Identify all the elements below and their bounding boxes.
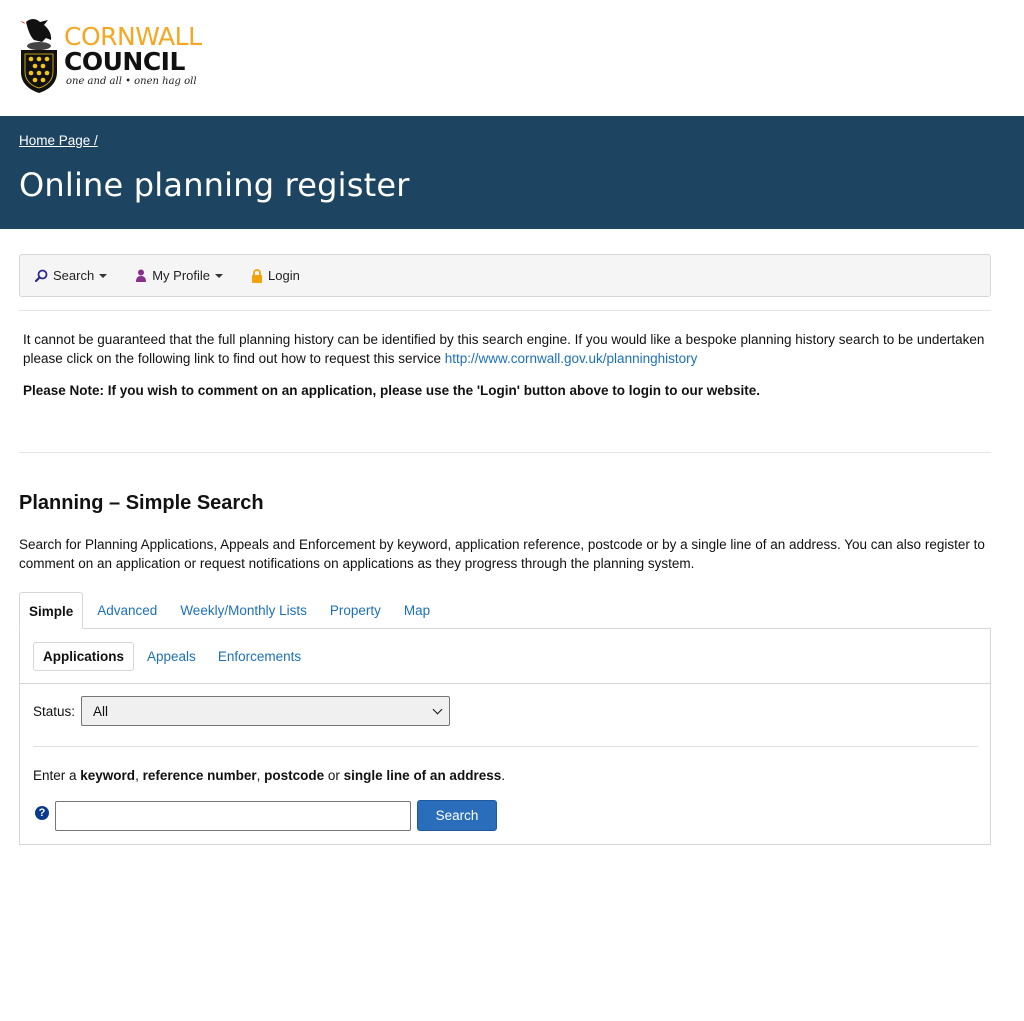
search-type-tabs: Simple Advanced Weekly/Monthly Lists Pro… [19,592,991,629]
site-header: CORNWALL COUNCIL one and all • onen hag … [0,0,1024,116]
subtab-appeals[interactable]: Appeals [138,643,205,670]
status-row: Status: All [33,696,451,726]
logo-motto: one and all • onen hag oll [66,76,197,87]
login-note: Please Note: If you wish to comment on a… [23,383,760,398]
caret-down-icon [99,273,108,278]
subtab-enforcements[interactable]: Enforcements [209,643,310,670]
nav-login-link[interactable]: Login [251,268,300,283]
help-icon[interactable]: ? [35,806,49,820]
caret-down-icon [215,273,223,278]
tab-map[interactable]: Map [395,592,439,629]
tab-property[interactable]: Property [321,592,390,629]
chevron-down-icon [432,704,443,714]
section-title: Planning – Simple Search [19,492,264,514]
tab-advanced[interactable]: Advanced [88,592,166,629]
breadcrumb-home-link[interactable]: Home Page / [19,133,98,148]
search-instructions: Enter a keyword, reference number, postc… [33,768,505,783]
nav-search-dropdown[interactable]: Search [35,268,108,283]
search-category-tabs: Applications Appeals Enforcements [20,629,990,684]
tab-simple[interactable]: Simple [19,592,84,629]
planning-history-link[interactable]: http://www.cornwall.gov.uk/planninghisto… [445,351,698,366]
tab-weekly-monthly-lists[interactable]: Weekly/Monthly Lists [171,592,316,629]
cornwall-council-logo[interactable]: CORNWALL COUNCIL one and all • onen hag … [18,16,202,94]
nav-search-label: Search [53,268,95,283]
subtab-applications[interactable]: Applications [33,641,135,671]
search-icon [35,269,48,282]
planning-history-notice: It cannot be guaranteed that the full pl… [19,310,991,453]
page-title: Online planning register [19,166,410,204]
nav-login-label: Login [268,268,300,283]
status-select[interactable]: All [81,696,451,726]
search-button[interactable]: Search [417,800,497,831]
search-input[interactable] [55,801,411,831]
status-label: Status: [33,703,76,719]
nav-my-profile-label: My Profile [152,268,210,283]
nav-my-profile-dropdown[interactable]: My Profile [135,268,223,283]
user-icon [136,269,147,282]
section-description: Search for Planning Applications, Appeal… [19,537,985,571]
status-selected-value: All [93,703,109,719]
form-divider [33,746,978,747]
page-banner: Home Page / Online planning register [0,116,1024,229]
lock-icon [252,268,262,283]
logo-wordmark-cornwall: CORNWALL [64,22,202,51]
logo-wordmark-council: COUNCIL [64,47,185,76]
simple-search-panel: Applications Appeals Enforcements Status… [19,628,991,845]
crest-icon [20,19,57,93]
notice-text: It cannot be guaranteed that the full pl… [23,332,985,366]
top-navbar: Search My Profile Login [19,254,991,297]
